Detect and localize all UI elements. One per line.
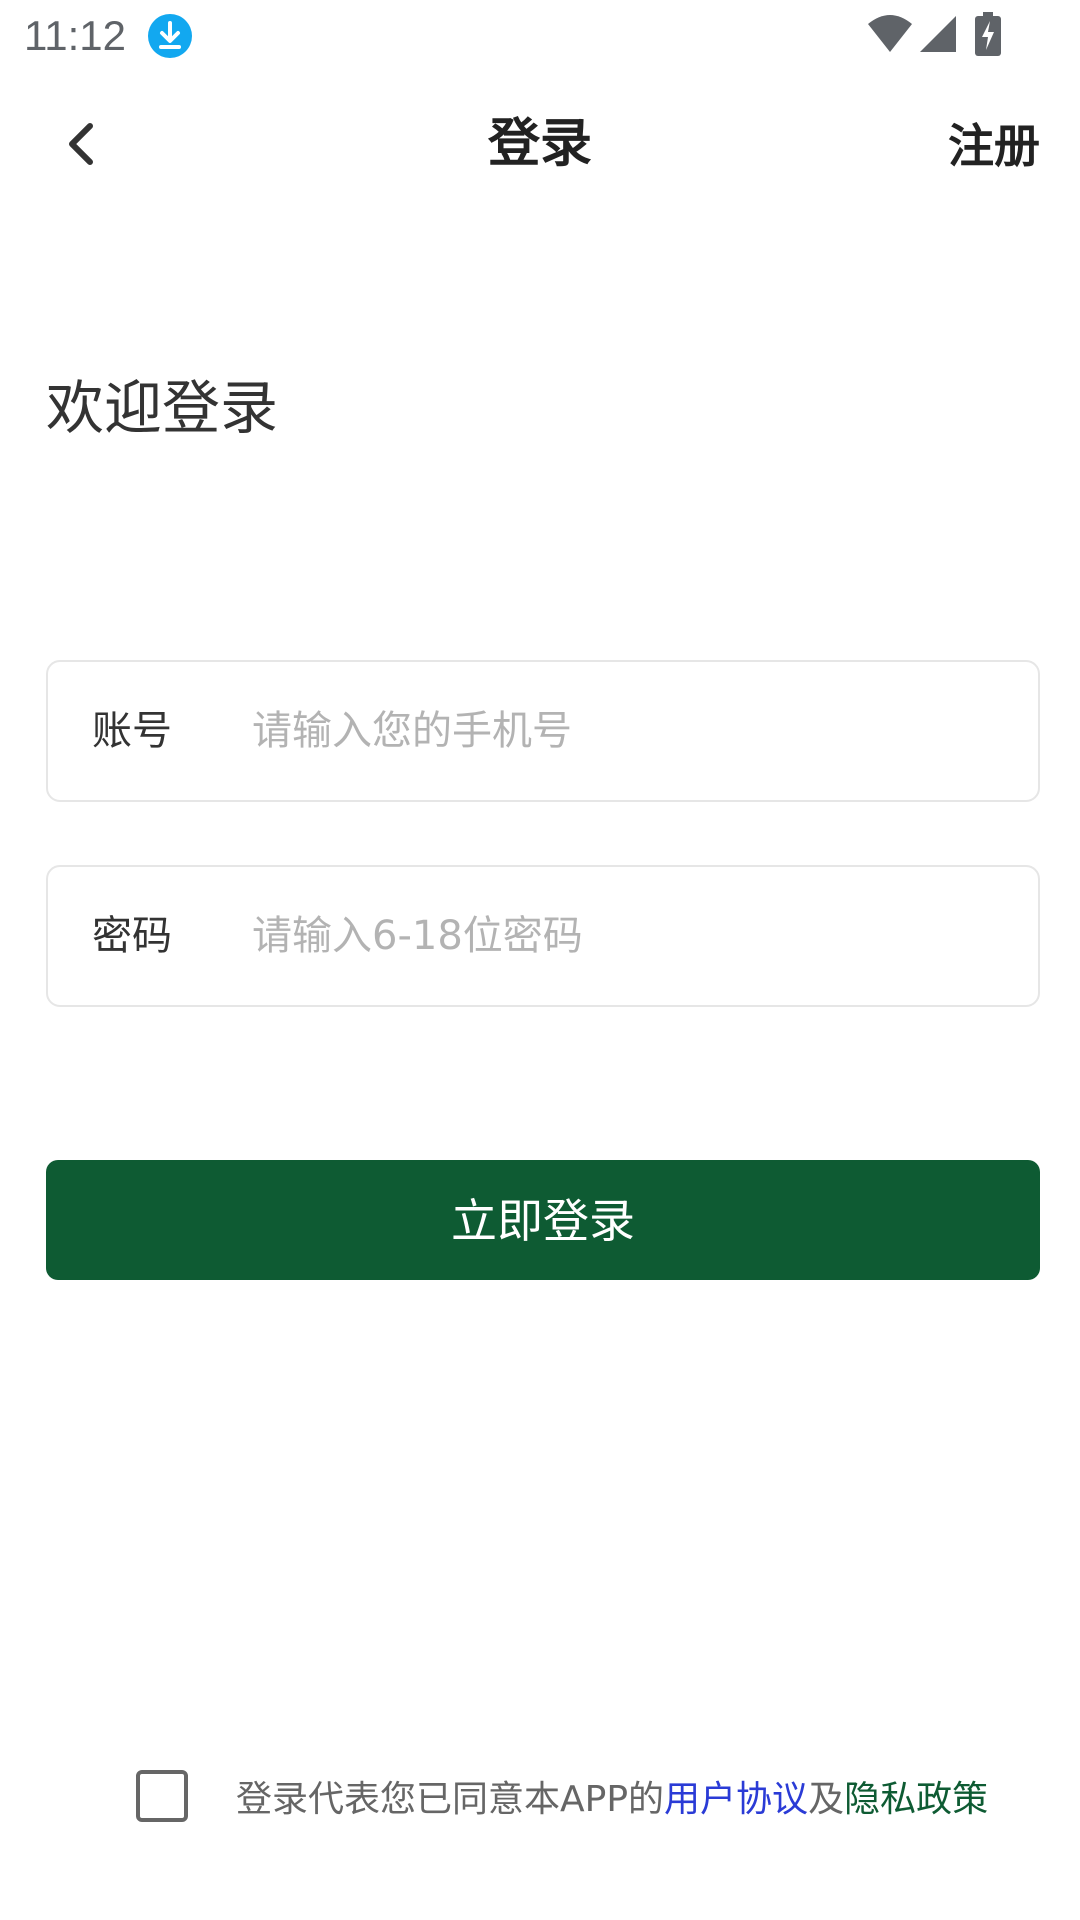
account-input[interactable] bbox=[252, 662, 1012, 800]
password-input[interactable] bbox=[252, 867, 1012, 1005]
account-field: 账号 bbox=[46, 660, 1040, 802]
page-title: 登录 bbox=[487, 114, 592, 174]
password-field: 密码 bbox=[46, 865, 1040, 1007]
login-screen: 11:12 登录 注册 欢迎登录 账号 请输入您的手机号 密码 立即登录 登录代… bbox=[0, 0, 1080, 1920]
register-link[interactable]: 注册 bbox=[948, 116, 1040, 176]
agreement-prefix: 登录代表您已同意本APP的 bbox=[236, 1779, 665, 1820]
agreement-row: 登录代表您已同意本APP的用户协议及隐私政策 bbox=[136, 1768, 988, 1824]
status-bar: 11:12 bbox=[0, 0, 1080, 72]
header-bar: 登录 注册 bbox=[0, 90, 1080, 200]
battery-icon bbox=[975, 12, 1001, 56]
login-button[interactable]: 立即登录 bbox=[46, 1160, 1040, 1280]
user-agreement-link[interactable]: 用户协议 bbox=[664, 1779, 808, 1820]
wifi-icon bbox=[868, 15, 912, 52]
welcome-heading: 欢迎登录 bbox=[46, 374, 279, 442]
password-label: 密码 bbox=[92, 913, 172, 959]
download-icon bbox=[148, 14, 192, 58]
signal-icon bbox=[920, 16, 956, 52]
privacy-policy-link[interactable]: 隐私政策 bbox=[844, 1779, 988, 1820]
agreement-conjunction: 及 bbox=[808, 1779, 845, 1820]
agree-checkbox[interactable] bbox=[136, 1770, 188, 1822]
agreement-text: 登录代表您已同意本APP的用户协议及隐私政策 bbox=[236, 1770, 988, 1822]
account-label: 账号 bbox=[92, 708, 172, 754]
status-time: 11:12 bbox=[24, 12, 126, 59]
